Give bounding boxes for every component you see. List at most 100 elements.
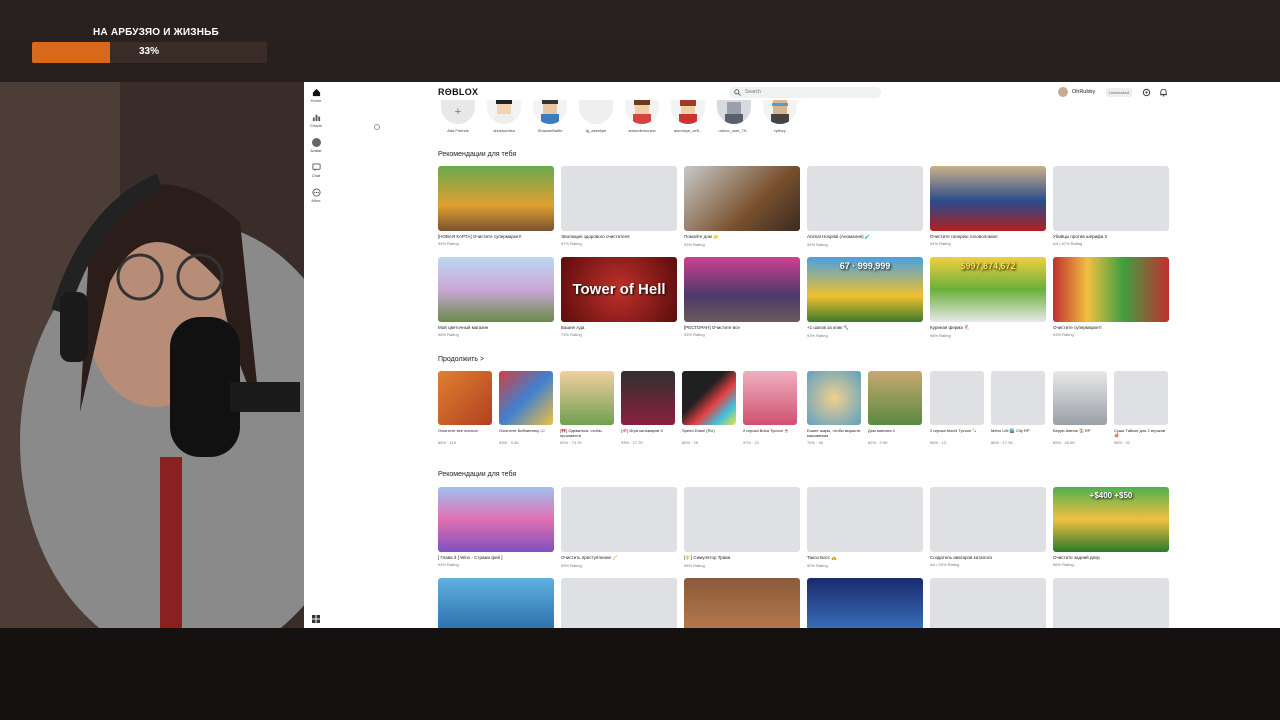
- continue-card[interactable]: Суши Тайкон для 2 игроков 🍣 98% · 32: [1114, 371, 1168, 445]
- game-card[interactable]: +$400 +$50 Очистите задний двор 86% Rati…: [1053, 487, 1169, 567]
- more-icon: [311, 188, 321, 197]
- continue-card[interactable]: Speed Draw! (RU) 86% · 2K: [682, 371, 736, 445]
- game-card[interactable]: Tower of Hell Башня Ада 73% Rating: [561, 257, 677, 337]
- sidebar-label: Chat: [311, 173, 321, 178]
- game-title: Такси Босс 🚕: [807, 555, 837, 560]
- game-card[interactable]: [684, 578, 800, 628]
- game-thumbnail: [868, 371, 922, 425]
- continue-card[interactable]: [🎀] Одеваться, чтобы произвести 90% · 73.…: [560, 371, 614, 445]
- bottom-band: [0, 628, 1280, 720]
- continue-card[interactable]: Дом магната 2 82% · 2.9K: [868, 371, 922, 445]
- sidebar-item-more[interactable]: More: [304, 188, 328, 203]
- game-rating: 90% Rating: [807, 563, 828, 568]
- sidebar-item-avatar[interactable]: Avatar: [304, 138, 328, 153]
- game-card[interactable]: 67 · 999,999 +1 шагов за клик ⛏️ 93% Rat…: [807, 257, 923, 338]
- friend-item[interactable]: antondemonew: [622, 100, 662, 133]
- friend-avatar: [625, 100, 659, 124]
- charts-icon: [312, 114, 320, 122]
- game-rating: 85% · 45.5K: [1053, 440, 1076, 445]
- sidebar-label: Charts: [310, 123, 322, 128]
- game-card[interactable]: [930, 578, 1046, 628]
- friend-item[interactable]: tg_aeeetyie: [576, 100, 616, 133]
- game-card[interactable]: [ Глава 3 ] Winx - Стражи фей ] 94% Rati…: [438, 487, 554, 567]
- game-thumbnail: [930, 578, 1046, 628]
- roblox-logo[interactable]: RΘBLOX: [438, 87, 478, 97]
- game-rating: 97% · 21: [743, 440, 760, 445]
- friend-avatar: [763, 100, 797, 124]
- gear-icon[interactable]: [1142, 88, 1151, 97]
- game-thumbnail: [930, 166, 1046, 231]
- game-card[interactable]: $997,874,672 Куриная ферма 🐔 98% Rating: [930, 257, 1046, 338]
- game-thumbnail: [684, 257, 800, 322]
- thumbnail-text: Tower of Hell: [572, 281, 666, 298]
- game-thumbnail: [561, 578, 677, 628]
- continue-card[interactable]: 2 игрока Mochi Tycoon 🍡 96% · 13: [930, 371, 984, 445]
- sidebar-item-chat[interactable]: Chat: [304, 163, 328, 178]
- game-card[interactable]: [807, 578, 923, 628]
- game-card[interactable]: Очистить преступление 🧹 93% Rating: [561, 487, 677, 568]
- game-thumbnail: [684, 487, 800, 552]
- game-card[interactable]: Мой цветочный магазин 96% Rating: [438, 257, 554, 337]
- search-input[interactable]: Search: [729, 87, 881, 98]
- game-rating: 82% · 2.9K: [868, 440, 888, 445]
- friend-name: tg_aeeetyie: [585, 128, 607, 133]
- game-card[interactable]: Создатель аватаров каталога Ad • 93% Rat…: [930, 487, 1046, 567]
- game-card[interactable]: Помойте дом 🧽 93% Rating: [684, 166, 800, 247]
- continue-card[interactable]: Metro Life 🏙️ City RP 86% · 17.3K: [991, 371, 1045, 445]
- game-card[interactable]: Убийцы против шерифа 2 Ad • 87% Rating: [1053, 166, 1169, 246]
- game-card[interactable]: Такси Босс 🚕 90% Rating: [807, 487, 923, 568]
- game-thumbnail: Tower of Hell: [561, 257, 677, 322]
- friend-item[interactable]: ShazamBattle: [530, 100, 570, 133]
- game-card[interactable]: Эволюция здорового очистителя 97% Rating: [561, 166, 677, 246]
- game-rating: Ad • 93% Rating: [930, 562, 960, 567]
- friend-avatar: [717, 100, 751, 124]
- game-card[interactable]: [438, 578, 554, 628]
- game-card[interactable]: [561, 578, 677, 628]
- game-title: Очистите задний двор: [1053, 555, 1100, 560]
- game-thumbnail: [438, 166, 554, 231]
- bell-icon[interactable]: [1159, 88, 1168, 97]
- game-title: [🦑] Игра кальмаров X: [621, 428, 664, 433]
- continue-card[interactable]: Ешьте шары, чтобы вырасти массивным 70% ·…: [807, 371, 861, 445]
- continue-card[interactable]: [🦑] Игра кальмаров X 93% · 17.7K: [621, 371, 675, 445]
- section-title-continue[interactable]: Продолжить >: [438, 356, 484, 363]
- windows-start-icon[interactable]: [312, 615, 320, 623]
- friend-item[interactable]: roblox_user_79...: [714, 100, 754, 133]
- game-title: [🎀] Одеваться, чтобы произвести: [560, 428, 602, 438]
- friend-avatar: [579, 100, 613, 124]
- friend-item[interactable]: alomrsye_ceff...: [668, 100, 708, 133]
- chat-icon: [311, 163, 321, 172]
- thumbnail-text: +$400 +$50: [1089, 491, 1133, 500]
- game-thumbnail: [1114, 371, 1168, 425]
- game-thumbnail: [684, 166, 800, 231]
- game-thumbnail: [930, 371, 984, 425]
- game-card[interactable]: [1053, 578, 1169, 628]
- continue-card[interactable]: Очистите Библиотеку 📖 93% · 3.3K: [499, 371, 553, 445]
- game-title: Очистите Библиотеку 📖: [499, 428, 546, 433]
- game-card[interactable]: [НОВАЯ КАРТА] Очистите супермаркет! 94% …: [438, 166, 554, 246]
- friend-avatar: [487, 100, 521, 124]
- continue-card[interactable]: Очистите все листья! 86% · 11K: [438, 371, 492, 445]
- section-title-recommended: Рекомендации для тебя: [438, 471, 517, 478]
- game-thumbnail: [561, 487, 677, 552]
- game-rating: 90% · 73.7K: [560, 440, 583, 445]
- game-thumbnail: [560, 371, 614, 425]
- game-card[interactable]: [РЕСТОРАН] Очистите все 93% Rating: [684, 257, 800, 337]
- game-card[interactable]: Очистите галерею головоломок! 94% Rating: [930, 166, 1046, 246]
- friend-name: ShazamBattle: [537, 128, 563, 133]
- game-title: Очистите галерею головоломок!: [930, 234, 998, 239]
- sidebar-item-charts[interactable]: Charts: [304, 113, 328, 128]
- game-card[interactable]: [🌾] Симулятор Трава 96% Rating: [684, 487, 800, 568]
- game-title: Убийцы против шерифа 2: [1053, 234, 1108, 239]
- friend-item[interactable]: shushumika: [484, 100, 524, 133]
- game-card[interactable]: Animal Hospital (Аномалия) 🧪 94% Rating: [807, 166, 923, 247]
- continue-card[interactable]: Берри Авеню 🏠 RP 85% · 45.5K: [1053, 371, 1107, 445]
- game-thumbnail: [499, 371, 553, 425]
- friend-name: rylfocy: [774, 128, 786, 133]
- continue-card[interactable]: 2 игрока Boba Tycoon ☕ 97% · 21: [743, 371, 797, 445]
- game-title: [🌾] Симулятор Трава: [684, 555, 731, 560]
- game-rating: 86% · 17.3K: [991, 440, 1014, 445]
- add-friends-button[interactable]: + Add Friends: [438, 100, 478, 133]
- game-card[interactable]: Очистите супермаркет! 93% Rating: [1053, 257, 1169, 337]
- friend-item[interactable]: rylfocy: [760, 100, 800, 133]
